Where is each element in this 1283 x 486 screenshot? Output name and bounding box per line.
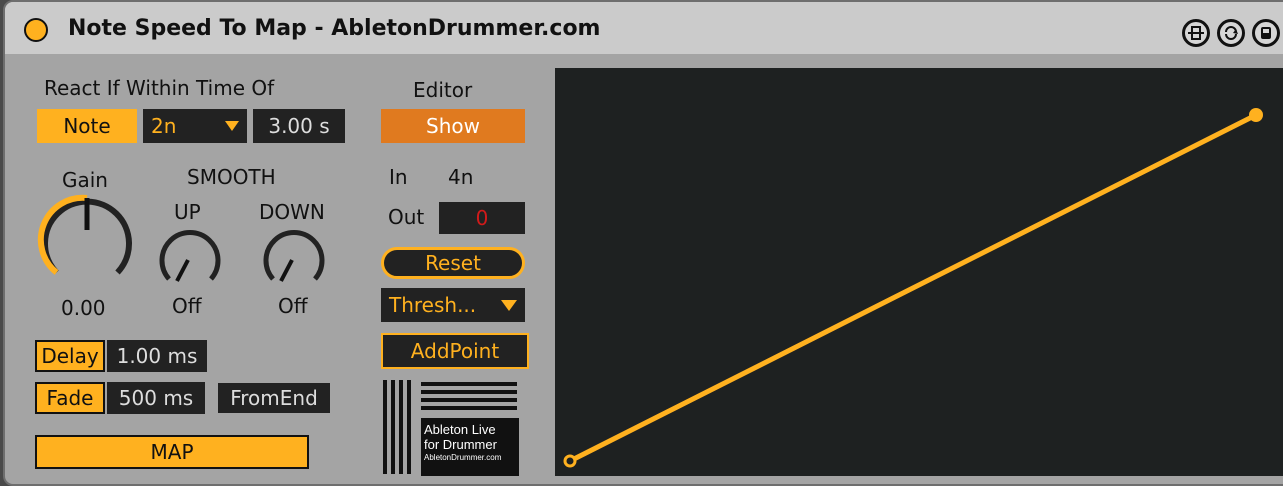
in-label: In — [389, 165, 408, 189]
editor-heading: Editor — [413, 78, 473, 102]
note-mode-button[interactable]: Note — [37, 109, 137, 143]
curve-line — [568, 112, 1258, 464]
from-end-toggle[interactable]: FromEnd — [218, 383, 330, 413]
gain-label: Gain — [62, 168, 108, 192]
map-button[interactable]: MAP — [35, 435, 309, 469]
title-bar: Note Speed To Map - AbletonDrummer.com — [5, 2, 1283, 54]
up-label: UP — [174, 200, 201, 224]
out-label: Out — [388, 205, 425, 229]
curve-editor[interactable] — [555, 68, 1283, 476]
interval-dropdown[interactable]: 2n — [143, 109, 247, 143]
hot-swap-icon[interactable] — [1182, 19, 1210, 47]
addpoint-button[interactable]: AddPoint — [381, 333, 529, 369]
smooth-down-knob[interactable] — [259, 226, 329, 292]
logo-line-1: Ableton Live — [424, 422, 496, 437]
device-title: Note Speed To Map - AbletonDrummer.com — [68, 16, 601, 41]
reload-icon[interactable] — [1217, 19, 1245, 47]
react-heading: React If Within Time Of — [44, 76, 275, 100]
up-value: Off — [172, 294, 202, 318]
smooth-heading: SMOOTH — [187, 165, 276, 189]
save-icon[interactable] — [1252, 19, 1280, 47]
thresh-label: Thresh... — [389, 293, 477, 317]
delay-toggle[interactable]: Delay — [35, 340, 105, 372]
down-label: DOWN — [259, 200, 325, 224]
logo-line-3: AbletonDrummer.com — [424, 453, 502, 462]
gain-knob[interactable] — [35, 194, 139, 286]
curve-start-point[interactable] — [563, 454, 577, 468]
reset-button[interactable]: Reset — [381, 247, 525, 279]
fade-value-box[interactable]: 500 ms — [107, 382, 205, 414]
smooth-up-knob[interactable] — [155, 226, 225, 292]
curve-end-point[interactable] — [1249, 108, 1263, 122]
fade-toggle[interactable]: Fade — [35, 382, 105, 414]
down-value: Off — [278, 294, 308, 318]
device-panel: Note Speed To Map - AbletonDrummer.com R… — [3, 0, 1283, 486]
dropdown-arrow-icon — [501, 299, 517, 311]
dropdown-arrow-icon — [225, 121, 239, 131]
out-value-box[interactable]: 0 — [439, 202, 525, 234]
device-activator-toggle[interactable] — [24, 18, 48, 42]
in-value: 4n — [448, 165, 474, 189]
logo-line-2: for Drummer — [424, 437, 497, 452]
time-value-box[interactable]: 3.00 s — [253, 109, 345, 143]
ableton-drummer-logo: Ableton Live for Drummer AbletonDrummer.… — [381, 380, 521, 476]
show-editor-button[interactable]: Show — [381, 109, 525, 143]
interval-value: 2n — [151, 114, 177, 138]
thresh-dropdown[interactable]: Thresh... — [381, 288, 525, 322]
gain-value: 0.00 — [61, 296, 106, 320]
delay-value-box[interactable]: 1.00 ms — [107, 340, 207, 372]
